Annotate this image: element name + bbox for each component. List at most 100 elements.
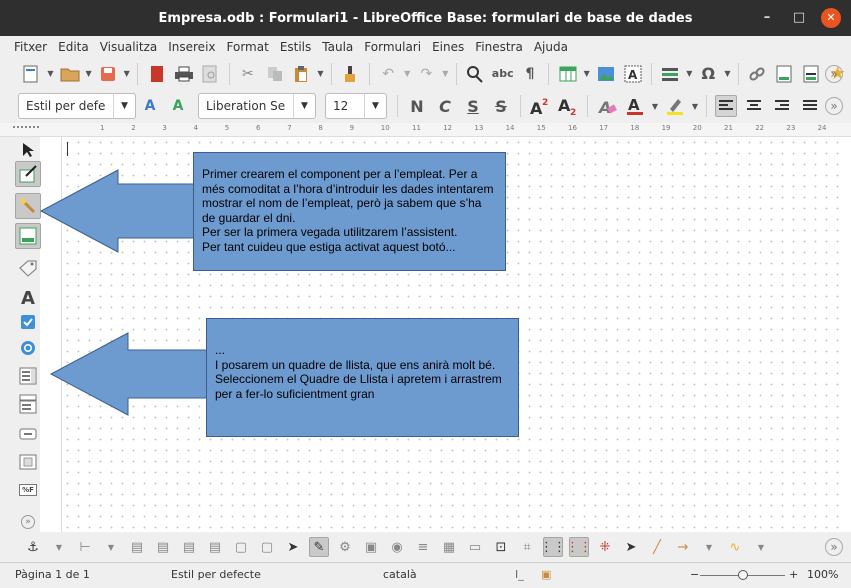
menu-edita[interactable]: Edita xyxy=(58,40,89,54)
push-button-icon[interactable] xyxy=(15,421,41,447)
justify-icon[interactable] xyxy=(799,95,821,117)
snap-to-grid-icon[interactable]: ⋮⋮ xyxy=(566,537,592,557)
special-character-icon[interactable]: Ω xyxy=(698,63,719,85)
form-navigator-icon[interactable]: ◉ xyxy=(387,537,407,557)
chevron-down-icon[interactable]: ▼ xyxy=(751,537,771,557)
position-size-icon[interactable]: ⌗ xyxy=(517,537,537,557)
footnote-icon[interactable] xyxy=(774,63,795,85)
zoom-level[interactable]: 100% xyxy=(807,568,838,581)
list-box-icon[interactable] xyxy=(15,363,41,389)
text-box-icon[interactable]: A xyxy=(15,285,41,311)
arrow-line-icon[interactable]: → xyxy=(673,537,693,557)
design-mode-icon[interactable]: ✎ xyxy=(309,537,329,557)
chevron-down-icon[interactable]: ▼ xyxy=(699,537,719,557)
menu-ajuda[interactable]: Ajuda xyxy=(534,40,568,54)
zoom-in-button[interactable]: + xyxy=(789,568,798,581)
insert-textbox-icon[interactable]: A xyxy=(622,63,643,85)
chevron-down-icon[interactable]: ▼ xyxy=(582,63,591,85)
insert-image-icon[interactable] xyxy=(595,63,616,85)
select-arrow-icon[interactable] xyxy=(15,137,41,163)
chevron-down-icon[interactable]: ▼ xyxy=(723,63,732,85)
vertical-ruler[interactable] xyxy=(48,137,62,532)
send-to-back-icon[interactable]: ▤ xyxy=(205,537,225,557)
activation-order-icon[interactable]: ≡ xyxy=(413,537,433,557)
chevron-down-icon[interactable]: ▼ xyxy=(685,63,694,85)
paragraph-style-select[interactable]: Estil per defe ▼ xyxy=(18,93,136,119)
formatted-field-icon[interactable]: %F xyxy=(15,477,41,503)
find-replace-icon[interactable] xyxy=(465,63,486,85)
menu-insereix[interactable]: Insereix xyxy=(168,40,215,54)
horizontal-ruler[interactable]: 1 2 3 4 5 6 7 8 9 10 11 12 13 14 15 16 17 18 19 20 21 22 23 24 xyxy=(0,123,851,137)
chevron-down-icon[interactable]: ▼ xyxy=(113,94,135,118)
maximize-button[interactable]: □ xyxy=(789,8,809,28)
more-options-icon[interactable]: » xyxy=(825,97,843,115)
open-folder-icon[interactable] xyxy=(59,63,80,85)
chevron-down-icon[interactable]: ▼ xyxy=(650,95,660,117)
menu-finestra[interactable]: Finestra xyxy=(475,40,523,54)
menu-visualitza[interactable]: Visualitza xyxy=(100,40,158,54)
chevron-down-icon[interactable]: ▼ xyxy=(122,63,131,85)
guides-when-moving-icon[interactable]: ⁜ xyxy=(595,537,615,557)
redo-icon[interactable]: ↷ xyxy=(416,63,437,85)
font-size-select[interactable]: 12 ▼ xyxy=(325,93,387,119)
chevron-down-icon[interactable]: ▼ xyxy=(293,94,315,118)
menu-estils[interactable]: Estils xyxy=(280,40,311,54)
option-button-icon[interactable] xyxy=(15,335,41,361)
cut-icon[interactable]: ✂ xyxy=(238,63,259,85)
select-arrow-icon[interactable]: ➤ xyxy=(283,537,303,557)
label-tag-icon[interactable] xyxy=(15,255,41,281)
form-design-icon[interactable] xyxy=(15,223,41,249)
menu-formulari[interactable]: Formulari xyxy=(364,40,421,54)
chevron-down-icon[interactable]: ▼ xyxy=(403,63,412,85)
align-center-icon[interactable] xyxy=(743,95,765,117)
control-wizards-icon[interactable] xyxy=(15,193,41,219)
new-document-icon[interactable] xyxy=(21,63,42,85)
chevron-down-icon[interactable]: ▼ xyxy=(49,537,69,557)
more-options-icon[interactable]: » xyxy=(825,64,843,83)
new-style-icon[interactable]: A xyxy=(167,95,189,117)
chevron-down-icon[interactable]: ▼ xyxy=(101,537,121,557)
backward-one-icon[interactable]: ▤ xyxy=(179,537,199,557)
strikethrough-button[interactable]: S xyxy=(490,95,512,117)
hyperlink-icon[interactable] xyxy=(747,63,768,85)
spellcheck-icon[interactable]: abc xyxy=(492,63,514,85)
menu-taula[interactable]: Taula xyxy=(322,40,353,54)
align-icon[interactable]: ⊢ xyxy=(75,537,95,557)
superscript-icon[interactable]: A2 xyxy=(529,95,551,117)
align-left-icon[interactable] xyxy=(715,95,737,117)
undo-icon[interactable]: ↶ xyxy=(378,63,399,85)
zoom-slider-knob[interactable] xyxy=(737,570,748,580)
subscript-icon[interactable]: A2 xyxy=(557,95,579,117)
clear-formatting-icon[interactable]: A xyxy=(596,95,618,117)
design-mode-icon[interactable] xyxy=(15,161,41,187)
update-style-icon[interactable]: A xyxy=(139,95,161,117)
print-icon[interactable] xyxy=(173,63,194,85)
bring-to-front-icon[interactable]: ▤ xyxy=(127,537,147,557)
clone-formatting-icon[interactable] xyxy=(340,63,361,85)
menu-format[interactable]: Format xyxy=(227,40,269,54)
formatting-marks-icon[interactable]: ¶ xyxy=(520,63,541,85)
ungroup-icon[interactable]: ▢ xyxy=(257,537,277,557)
forward-one-icon[interactable]: ▤ xyxy=(153,537,173,557)
italic-button[interactable]: C xyxy=(434,95,456,117)
auto-focus-icon[interactable]: ⊡ xyxy=(491,537,511,557)
chevron-down-icon[interactable]: ▼ xyxy=(364,94,386,118)
language[interactable]: català xyxy=(383,568,417,581)
font-color-icon[interactable]: A xyxy=(624,95,646,117)
menu-fitxer[interactable]: Fitxer xyxy=(14,40,47,54)
print-preview-icon[interactable] xyxy=(200,63,221,85)
chevron-down-icon[interactable]: ▼ xyxy=(690,95,700,117)
minimize-button[interactable]: – xyxy=(757,8,777,28)
insert-mode-icon[interactable]: I_ xyxy=(515,568,524,581)
chevron-down-icon[interactable]: ▼ xyxy=(84,63,93,85)
insert-field-icon[interactable] xyxy=(660,63,681,85)
bold-button[interactable]: N xyxy=(406,95,428,117)
highlight-color-icon[interactable] xyxy=(664,95,686,117)
control-properties-icon[interactable]: ⚙ xyxy=(335,537,355,557)
open-design-mode-icon[interactable]: ▭ xyxy=(465,537,485,557)
paste-icon[interactable] xyxy=(291,63,312,85)
more-options-icon[interactable]: » xyxy=(825,538,843,556)
insert-table-icon[interactable] xyxy=(557,63,578,85)
menu-eines[interactable]: Eines xyxy=(432,40,464,54)
anchor-icon[interactable]: ⚓ xyxy=(23,537,43,557)
